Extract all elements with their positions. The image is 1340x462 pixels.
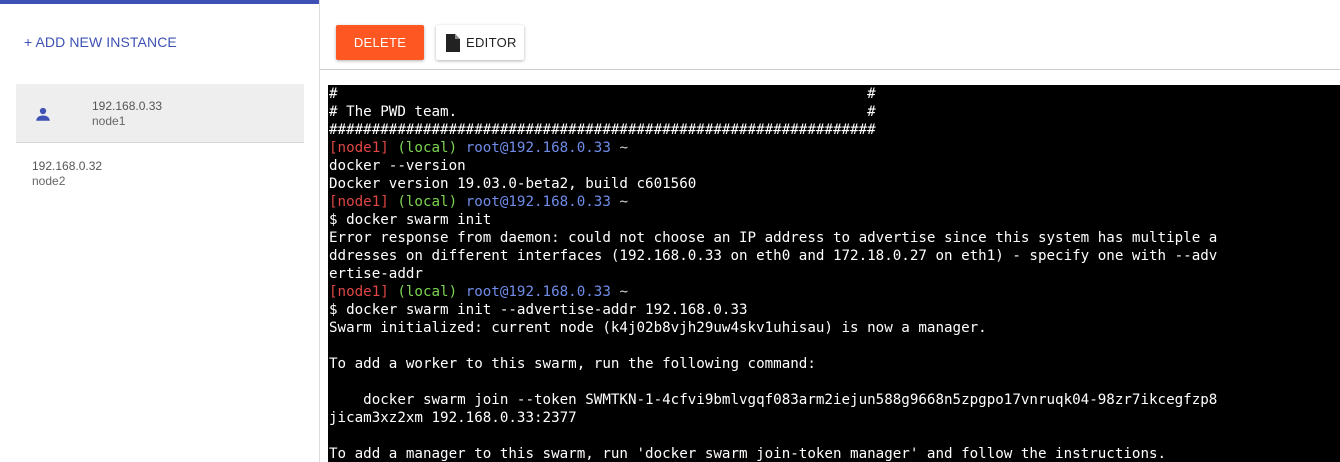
terminal-line: ########################################…: [329, 122, 876, 138]
terminal-line: Error response from daemon: could not ch…: [329, 230, 1218, 246]
terminal-line: Docker version 19.03.0-beta2, build c601…: [329, 176, 697, 192]
prompt-tilde: ~: [619, 140, 628, 156]
instance-ip: 192.168.0.33: [92, 99, 163, 113]
sidebar-top-accent: [0, 0, 319, 4]
prompt-local: (local): [397, 140, 458, 156]
prompt-user: root@192.168.0.33: [465, 284, 611, 300]
delete-button[interactable]: DELETE: [336, 25, 424, 60]
terminal-line: # #: [329, 86, 876, 102]
terminal-line: ertise-addr: [329, 266, 423, 282]
sidebar: + ADD NEW INSTANCE 192.168.0.33 node1 19…: [0, 0, 320, 462]
instance-ip: 192.168.0.32: [32, 159, 103, 173]
instance-item-node1[interactable]: 192.168.0.33 node1: [16, 84, 304, 143]
terminal-line: # The PWD team. #: [329, 104, 876, 120]
terminal-line: To add a manager to this swarm, run 'doc…: [329, 446, 1167, 462]
instance-hostname: node1: [92, 114, 126, 128]
instance-hostname: node2: [32, 174, 66, 188]
terminal-line: ddresses on different interfaces (192.16…: [329, 248, 1218, 264]
prompt-tilde: ~: [619, 284, 628, 300]
instance-item-node2[interactable]: 192.168.0.32 node2: [16, 143, 304, 202]
editor-button-label: EDITOR: [466, 35, 517, 50]
terminal-line: $ docker swarm init: [329, 212, 492, 228]
editor-button[interactable]: EDITOR: [436, 25, 524, 60]
person-icon: [36, 107, 50, 121]
prompt-local: (local): [397, 194, 458, 210]
terminal-line: jicam3xz2xm 192.168.0.33:2377: [329, 410, 577, 426]
file-icon: [446, 33, 460, 52]
main-panel: DELETE EDITOR # ## The PWD team. #####: [320, 0, 1340, 462]
add-new-instance-button[interactable]: + ADD NEW INSTANCE: [24, 34, 177, 50]
terminal-line: Swarm initialized: current node (k4j02b8…: [329, 320, 987, 336]
instance-toolbar: DELETE EDITOR: [320, 0, 1340, 70]
prompt-user: root@192.168.0.33: [465, 194, 611, 210]
prompt-local: (local): [397, 284, 458, 300]
terminal-line: $ docker swarm init --advertise-addr 192…: [329, 302, 748, 318]
terminal-line: docker swarm join --token SWMTKN-1-4cfvi…: [329, 392, 1218, 408]
terminal-prompt-line: [node1] (local) root@192.168.0.33 ~: [329, 283, 1340, 301]
prompt-user: root@192.168.0.33: [465, 140, 611, 156]
prompt-tilde: ~: [619, 194, 628, 210]
prompt-node: [node1]: [329, 140, 389, 156]
terminal-line: To add a worker to this swarm, run the f…: [329, 356, 816, 372]
prompt-node: [node1]: [329, 194, 389, 210]
terminal[interactable]: # # # The PWD team. # ####################…: [328, 85, 1340, 462]
terminal-line: docker --version: [329, 158, 466, 174]
terminal-prompt-line: [node1] (local) root@192.168.0.33 ~: [329, 193, 1340, 211]
terminal-prompt-line: [node1] (local) root@192.168.0.33 ~: [329, 139, 1340, 157]
prompt-node: [node1]: [329, 284, 389, 300]
